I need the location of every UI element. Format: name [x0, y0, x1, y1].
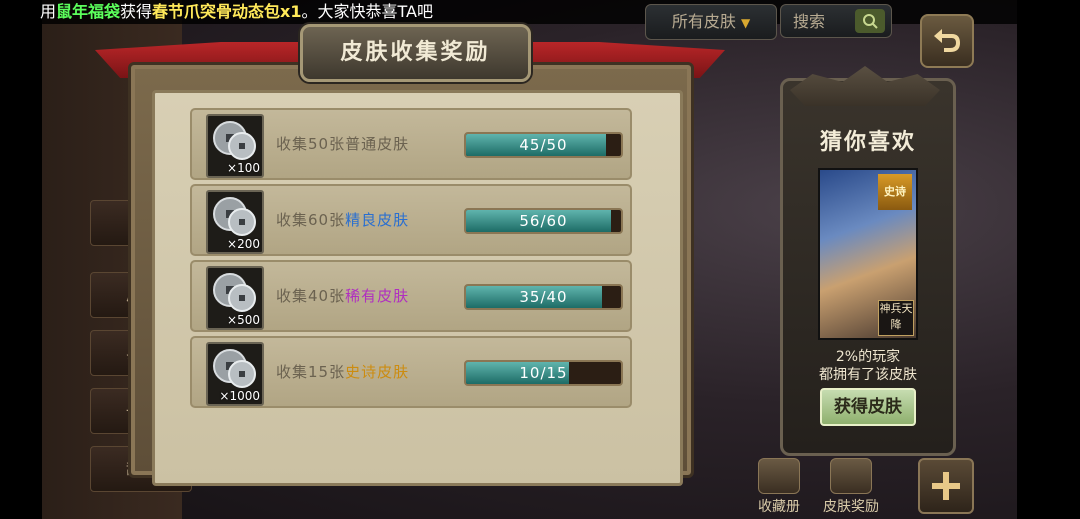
ownership-stat-line1: 2%的玩家: [835, 349, 901, 365]
reward-row: ×100 收集50张普通皮肤 45/50: [190, 108, 632, 180]
screen-edge: [1018, 0, 1080, 519]
back-arrow-icon: [934, 29, 961, 52]
get-skin-button[interactable]: 获得皮肤: [820, 388, 916, 426]
recommend-title: 猜你喜欢: [819, 130, 916, 155]
skin-card[interactable]: 史诗 神兵天降: [818, 168, 918, 340]
coin-reward-icon: ×500: [206, 266, 264, 330]
row-label: 收集60张精良皮肤: [276, 211, 410, 229]
progress-bar: 56/60: [464, 208, 623, 234]
search-input[interactable]: 搜索: [780, 4, 892, 38]
coin-reward-icon: ×1000: [206, 342, 264, 406]
dialog-title: 皮肤收集奖励: [340, 40, 491, 65]
chevron-down-icon: ▼: [740, 16, 751, 30]
search-button[interactable]: [855, 9, 885, 33]
plus-icon: [932, 472, 960, 500]
collection-button[interactable]: 收藏册: [748, 458, 810, 515]
back-button[interactable]: [920, 14, 974, 68]
epic-badge: 史诗: [878, 174, 912, 210]
skin-filter-dropdown[interactable]: 所有皮肤 ▼: [645, 4, 777, 40]
search-icon: [863, 14, 878, 29]
reward-row: ×1000 收集15张史诗皮肤 10/15: [190, 336, 632, 408]
coin-reward-icon: ×100: [206, 114, 264, 178]
announcement-bar: 用鼠年福袋获得春节爪突骨动态包x1。大家快恭喜TA吧: [0, 0, 1080, 24]
dialog-title-plate: 皮肤收集奖励: [300, 24, 531, 82]
reward-row: ×500 收集40张稀有皮肤 35/40: [190, 260, 632, 332]
row-label: 收集15张史诗皮肤: [276, 363, 410, 381]
skin-tag: 神兵天降: [878, 300, 914, 336]
row-label: 收集40张稀有皮肤: [276, 287, 410, 305]
progress-bar: 35/40: [464, 284, 623, 310]
reward-row: ×200 收集60张精良皮肤 56/60: [190, 184, 632, 256]
coin-reward-icon: ×200: [206, 190, 264, 254]
book-icon: [758, 458, 800, 494]
marquee-text: 用鼠年福袋获得春节爪突骨动态包x1。大家快恭喜TA吧: [40, 2, 433, 21]
gift-icon: [830, 458, 872, 494]
progress-bar: 45/50: [464, 132, 623, 158]
add-button[interactable]: [918, 458, 974, 514]
ownership-stat-line2: 都拥有了该皮肤: [819, 367, 917, 383]
skin-reward-button[interactable]: 皮肤奖励: [820, 458, 882, 515]
row-label: 收集50张普通皮肤: [276, 135, 410, 153]
progress-bar: 10/15: [464, 360, 623, 386]
